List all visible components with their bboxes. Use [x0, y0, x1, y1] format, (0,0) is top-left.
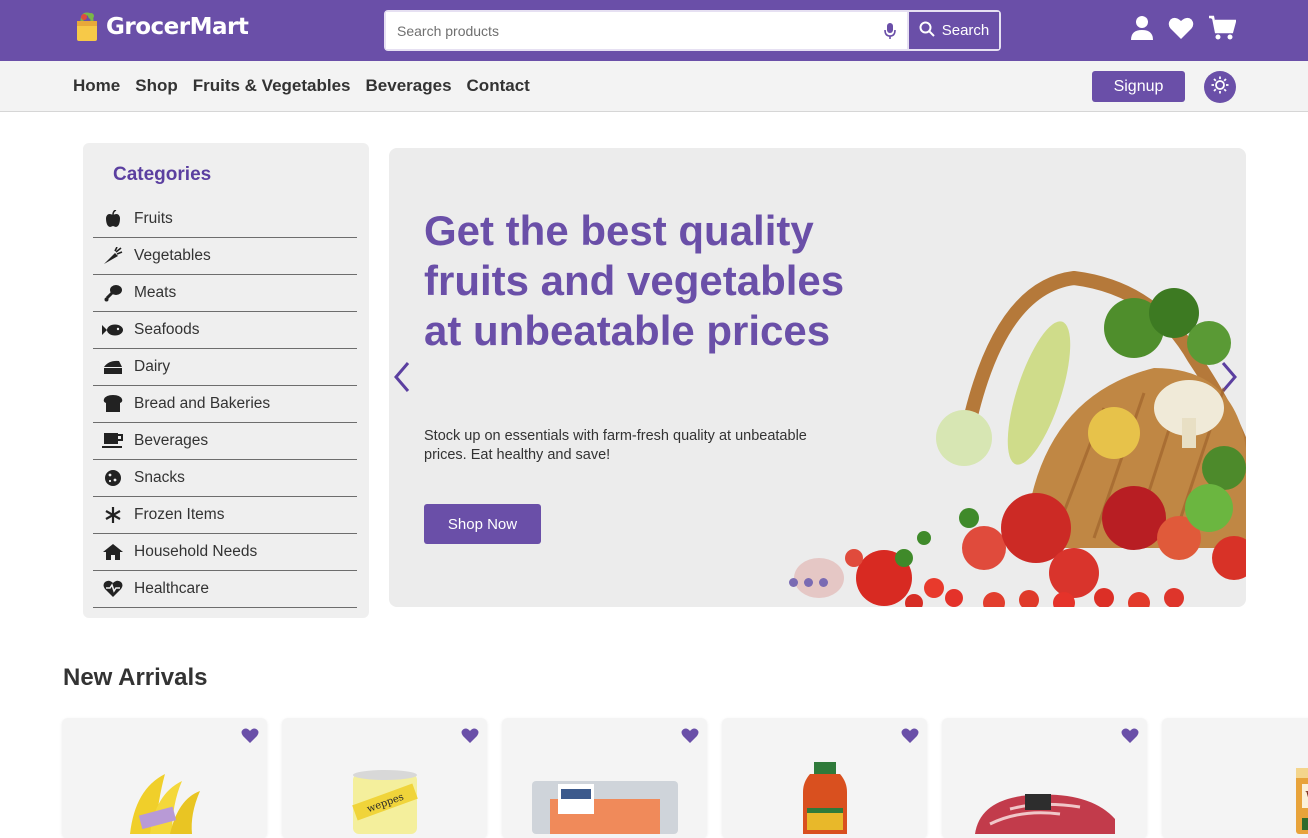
favorite-heart-icon[interactable] [901, 728, 919, 748]
apple-icon [102, 210, 124, 228]
brand-logo[interactable]: GrocerMart [74, 12, 249, 42]
search-icon [919, 21, 935, 41]
signup-button[interactable]: Signup [1092, 71, 1185, 102]
categories-list: Fruits Vegetables Meats Seafoods Dairy B… [93, 201, 357, 608]
product-card[interactable] [942, 718, 1147, 838]
search-bar: Search [384, 10, 1001, 51]
cheese-icon [102, 358, 124, 376]
wishlist-heart-icon[interactable] [1168, 16, 1194, 44]
sun-icon [1211, 76, 1229, 98]
carousel-dot[interactable] [819, 578, 828, 587]
favorite-heart-icon[interactable] [241, 728, 259, 748]
steak-image [970, 789, 1120, 838]
category-seafoods[interactable]: Seafoods [93, 312, 357, 349]
product-card[interactable] [62, 718, 267, 838]
schweppes-can-image: weppes [345, 769, 425, 838]
product-card[interactable] [502, 718, 707, 838]
bread-icon [102, 395, 124, 413]
category-vegetables[interactable]: Vegetables [93, 238, 357, 275]
product-card[interactable] [722, 718, 927, 838]
snowflake-icon [102, 506, 124, 524]
hero-banner: Get the best quality fruits and vegetabl… [389, 148, 1246, 607]
new-arrivals-title: New Arrivals [63, 664, 208, 691]
nav-contact[interactable]: Contact [467, 76, 530, 96]
heartbeat-icon [102, 580, 124, 598]
product-card[interactable]: weppes [282, 718, 487, 838]
shopping-bag-icon [74, 12, 100, 42]
carousel-dot[interactable] [789, 578, 798, 587]
carousel-dot[interactable] [804, 578, 813, 587]
category-dairy[interactable]: Dairy [93, 349, 357, 386]
top-header: GrocerMart Search [0, 0, 1308, 61]
produce-basket-image [634, 218, 1246, 607]
category-frozen-items[interactable]: Frozen Items [93, 497, 357, 534]
nav-shop[interactable]: Shop [135, 76, 178, 96]
category-label: Frozen Items [134, 506, 225, 523]
mug-icon [102, 432, 124, 450]
microphone-icon[interactable] [873, 12, 907, 49]
categories-panel: Categories Fruits Vegetables Meats Seafo… [83, 143, 369, 618]
search-input[interactable] [386, 12, 873, 49]
category-label: Bread and Bakeries [134, 395, 271, 412]
fish-icon [102, 321, 124, 339]
favorite-heart-icon[interactable] [461, 728, 479, 748]
nav-fruits-vegetables[interactable]: Fruits & Vegetables [193, 76, 351, 96]
category-fruits[interactable]: Fruits [93, 201, 357, 238]
category-label: Vegetables [134, 247, 211, 264]
bananas-image [110, 769, 220, 838]
category-beverages[interactable]: Beverages [93, 423, 357, 460]
category-meats[interactable]: Meats [93, 275, 357, 312]
category-label: Fruits [134, 210, 173, 227]
category-household-needs[interactable]: Household Needs [93, 534, 357, 571]
category-snacks[interactable]: Snacks [93, 460, 357, 497]
werthers-candy-image: Werther's [1292, 764, 1308, 838]
search-button[interactable]: Search [907, 12, 999, 49]
nav-beverages[interactable]: Beverages [366, 76, 452, 96]
category-label: Healthcare [134, 580, 209, 597]
juice-bottle-image [795, 762, 855, 838]
categories-title: Categories [113, 164, 212, 185]
nav-home[interactable]: Home [73, 76, 120, 96]
house-icon [102, 543, 124, 561]
category-label: Meats [134, 284, 177, 301]
carousel-prev-icon[interactable] [392, 360, 412, 398]
category-label: Dairy [134, 358, 171, 375]
favorite-heart-icon[interactable] [681, 728, 699, 748]
cookie-icon [102, 469, 124, 487]
header-actions [1130, 15, 1237, 45]
category-bread-bakeries[interactable]: Bread and Bakeries [93, 386, 357, 423]
favorite-heart-icon[interactable] [1121, 728, 1139, 748]
new-arrivals-list: weppes Werther's [62, 718, 1308, 838]
shop-now-button[interactable]: Shop Now [424, 504, 541, 544]
drumstick-icon [102, 284, 124, 302]
carousel-dots [789, 578, 828, 587]
main-nav: Home Shop Fruits & Vegetables Beverages … [0, 61, 1308, 112]
category-label: Seafoods [134, 321, 200, 338]
carrot-icon [102, 247, 124, 265]
brand-name: GrocerMart [106, 14, 249, 40]
search-button-label: Search [941, 22, 990, 39]
theme-toggle-button[interactable] [1204, 71, 1236, 103]
salmon-pack-image [530, 779, 680, 838]
cart-icon[interactable] [1208, 15, 1237, 45]
category-label: Snacks [134, 469, 185, 486]
category-healthcare[interactable]: Healthcare [93, 571, 357, 608]
category-label: Beverages [134, 432, 209, 449]
category-label: Household Needs [134, 543, 258, 560]
user-icon[interactable] [1130, 15, 1154, 45]
product-card[interactable]: Werther's [1162, 718, 1308, 838]
